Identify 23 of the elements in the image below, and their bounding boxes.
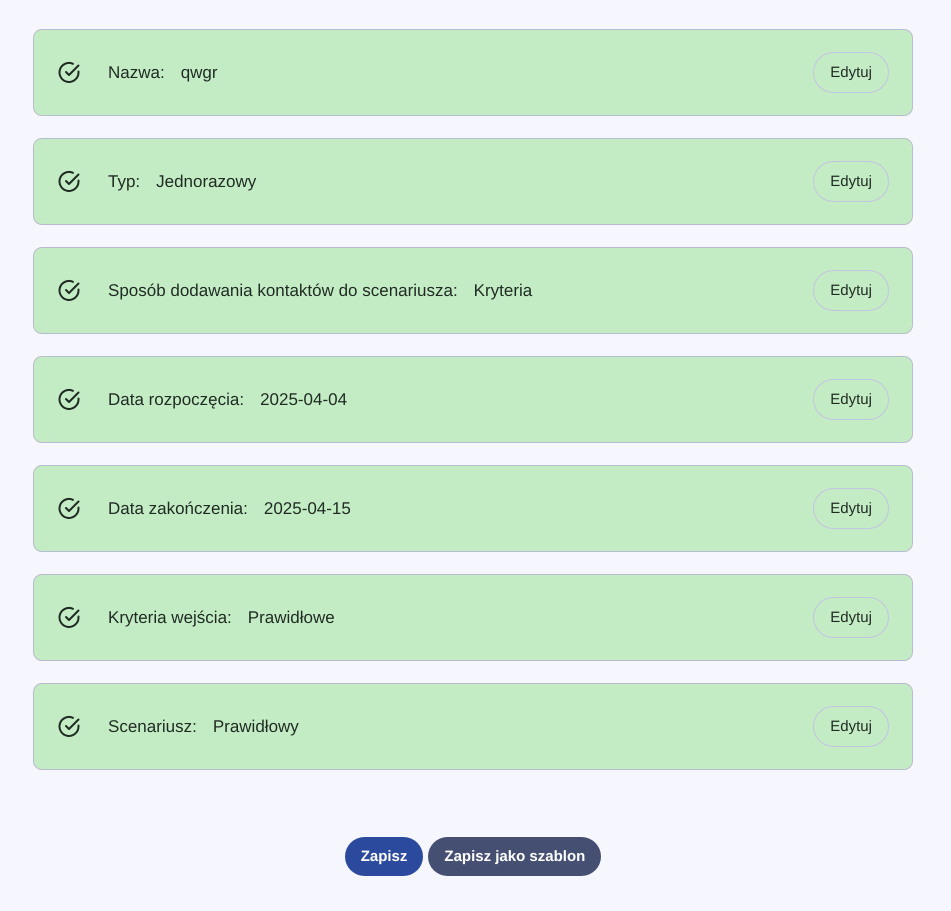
edit-button[interactable]: Edytuj — [813, 597, 889, 638]
edit-button[interactable]: Edytuj — [813, 488, 889, 529]
field-value: Jednorazowy — [156, 172, 256, 192]
field-value: 2025-04-04 — [260, 390, 348, 410]
edit-button[interactable]: Edytuj — [813, 379, 889, 420]
save-button[interactable]: Zapisz — [344, 837, 424, 876]
field-label: Data zakończenia: — [108, 498, 248, 518]
field-label: Kryteria wejścia: — [108, 608, 232, 628]
field-value: Kryteria — [474, 280, 532, 300]
field-value: 2025-04-15 — [264, 498, 351, 518]
field-value: Prawidłowe — [248, 608, 335, 628]
field-label: Scenariusz: — [108, 716, 197, 736]
edit-button[interactable]: Edytuj — [813, 52, 889, 93]
save-template-button[interactable]: Zapisz jako szablon — [428, 837, 602, 876]
edit-button[interactable]: Edytuj — [813, 270, 889, 311]
field-label: Sposób dodawania kontaktów do scenariusza: — [108, 280, 458, 300]
field-label: Data rozpoczęcia: — [108, 390, 244, 410]
field-value: qwgr — [180, 62, 218, 82]
field-value: Prawidłowy — [212, 716, 299, 736]
edit-button[interactable]: Edytuj — [813, 161, 889, 202]
edit-button[interactable]: Edytuj — [813, 706, 889, 747]
field-label: Nazwa: — [108, 62, 165, 82]
field-label: Typ: — [108, 172, 140, 192]
